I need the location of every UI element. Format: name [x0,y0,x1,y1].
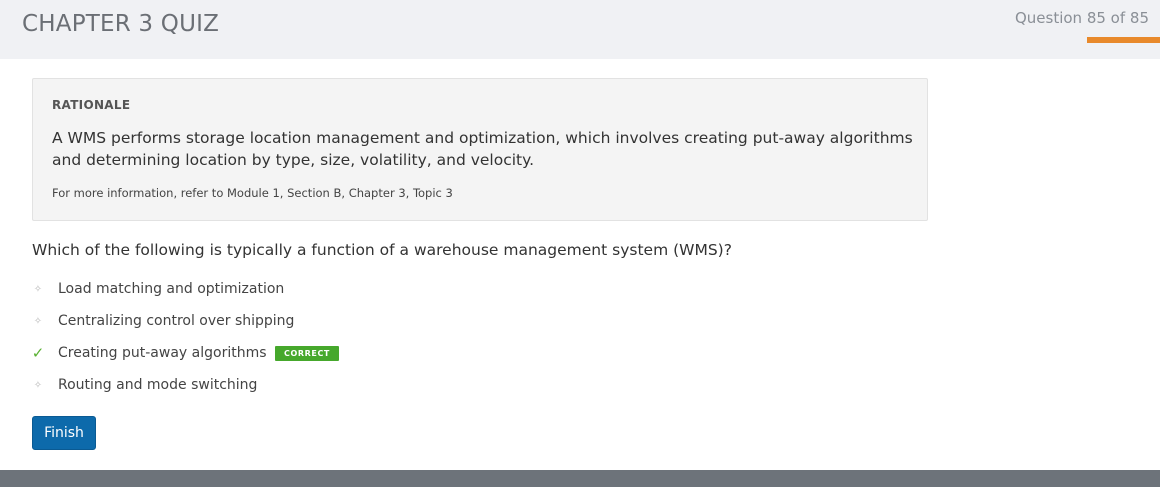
rationale-reference: For more information, refer to Module 1,… [52,186,453,200]
rationale-heading: RATIONALE [52,98,131,112]
progress-bar-fill [1087,37,1160,43]
question-counter: Question 85 of 85 [1014,9,1149,27]
answer-label: Load matching and optimization [58,281,285,297]
quiz-title: CHAPTER 3 QUIZ [22,11,220,37]
rationale-panel: RATIONALE A WMS performs storage locatio… [32,78,928,221]
correct-badge: CORRECT [275,346,339,361]
question-text: Which of the following is typically a fu… [32,241,732,259]
progress-bar [1087,37,1160,43]
checkmark-icon: ✓ [31,344,45,362]
finish-button[interactable]: Finish [32,416,96,450]
answer-label: Routing and mode switching [58,377,258,393]
bullet-icon: ✧ [33,283,43,295]
answer-label: Creating put-away algorithms [58,345,267,361]
answer-label: Centralizing control over shipping [58,313,295,329]
rationale-text: A WMS performs storage location manageme… [52,129,913,169]
bullet-icon: ✧ [33,379,43,391]
quiz-header: CHAPTER 3 QUIZ Question 85 of 85 [0,0,1160,59]
footer-bar [0,470,1160,487]
bullet-icon: ✧ [33,315,43,327]
